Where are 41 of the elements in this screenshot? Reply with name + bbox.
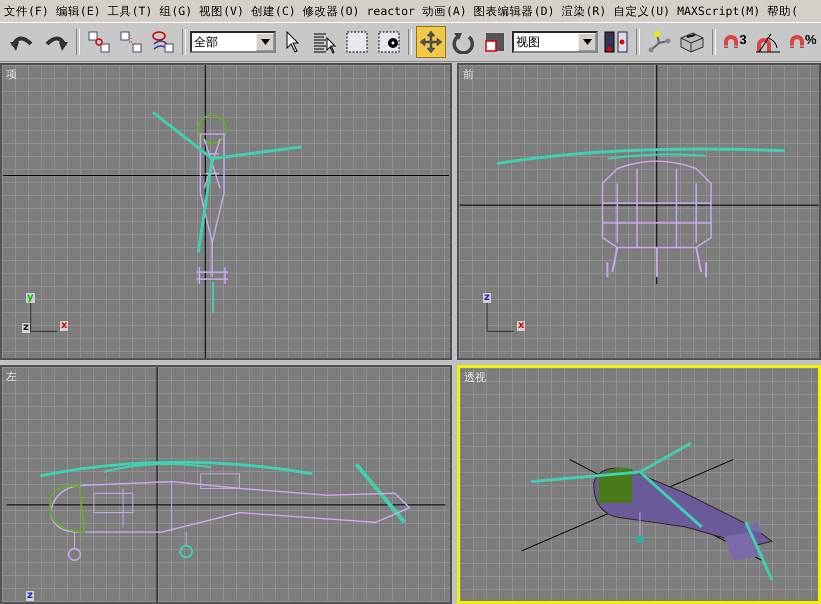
menu-item[interactable]: 视图(V) — [199, 4, 251, 18]
viewport[interactable]: 项 y z x — [0, 63, 452, 360]
axis-label: z — [483, 293, 491, 303]
menu-item[interactable]: 图表编辑器(D) — [474, 4, 562, 18]
unlink-icon — [119, 30, 143, 54]
viewport[interactable]: 左 z — [0, 365, 452, 604]
rotate-arrow-icon — [451, 30, 475, 54]
menu-item[interactable]: MAXScript(M) — [677, 4, 768, 18]
menu-item[interactable]: reactor — [366, 4, 422, 18]
viewport[interactable]: 前 z x — [457, 63, 821, 360]
axis-label: x — [60, 321, 68, 331]
dropdown-caret-icon — [582, 39, 592, 45]
box-icon — [679, 30, 705, 54]
menu-item[interactable]: 渲染(R) — [562, 4, 614, 18]
snap-tool-button[interactable]: % — [786, 26, 820, 58]
cursor-arrow-icon — [285, 30, 301, 54]
axis-label: y — [26, 293, 35, 303]
snap-tool-button[interactable]: 3 — [720, 26, 750, 58]
axis-label: x — [517, 321, 526, 331]
menu-item[interactable]: 文件(F) — [4, 4, 56, 18]
menu-item[interactable]: 自定义(U) — [613, 4, 678, 18]
menu-item[interactable]: 动画(A) — [422, 4, 474, 18]
menu-item[interactable]: 工具(T) — [108, 4, 160, 18]
menu-item[interactable]: 组(G) — [159, 4, 200, 18]
move-arrows-icon — [419, 30, 443, 54]
menu-item[interactable]: 帮助( — [767, 4, 806, 18]
menu-item[interactable]: 编辑(E) — [56, 4, 108, 18]
move-tool-button[interactable] — [416, 26, 446, 58]
view-dropdown[interactable]: 全部 — [190, 31, 276, 53]
menu-item[interactable]: 创建(C) — [250, 4, 303, 18]
axis-label: z — [22, 323, 30, 333]
pivot-center-icon — [603, 30, 629, 54]
dropdown-caret-icon — [260, 39, 270, 45]
link-icon — [87, 30, 111, 54]
menu-item[interactable]: 修改器(O) — [302, 4, 366, 18]
axis-gizmo-icon — [647, 30, 671, 54]
view-dropdown[interactable]: 视图 — [512, 31, 598, 53]
scale-square-icon — [483, 30, 507, 54]
dotted-rectangle-icon — [345, 30, 369, 54]
space-warp-bind-icon — [151, 30, 175, 54]
axis-label: z — [26, 591, 34, 601]
